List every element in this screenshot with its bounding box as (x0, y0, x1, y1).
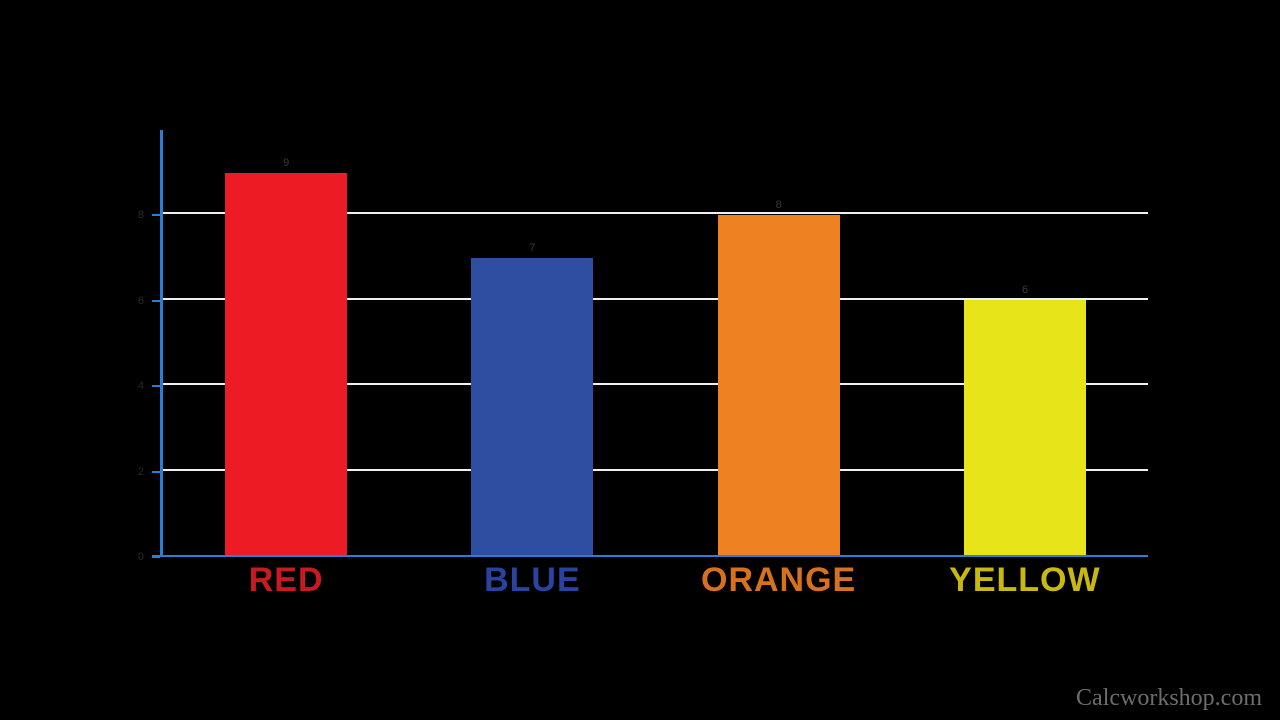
x-axis (152, 555, 1148, 557)
bar-slot: 6YELLOW (964, 300, 1086, 555)
y-axis (160, 130, 163, 557)
bars-container: 9RED 7BLUE 8ORANGE 6YELLOW (163, 130, 1148, 555)
bar (964, 300, 1086, 555)
category-label: YELLOW (949, 561, 1100, 600)
watermark-text: Calcworkshop.com (1076, 685, 1262, 712)
category-label: RED (249, 561, 324, 600)
y-tick-label: 4 (138, 380, 144, 392)
y-tick-label: 8 (138, 209, 144, 221)
bar (718, 215, 840, 555)
bar-data-label: 9 (283, 157, 289, 169)
y-tick-mark (152, 471, 160, 473)
y-tick-mark (152, 385, 160, 387)
category-label: ORANGE (701, 561, 856, 600)
y-tick-mark (152, 300, 160, 302)
bar-slot: 7BLUE (471, 258, 593, 556)
y-tick-label: 6 (138, 295, 144, 307)
bar-slot: 9RED (225, 173, 347, 556)
bar-data-label: 8 (776, 199, 782, 211)
bar-chart: 9RED7BLUE8ORANGE6YELLOW 02468 (160, 130, 1148, 557)
bar (225, 173, 347, 556)
bar-data-label: 7 (529, 242, 535, 254)
y-tick-mark (152, 214, 160, 216)
bar-data-label: 6 (1022, 284, 1028, 296)
y-tick-label: 0 (138, 551, 144, 563)
category-label: BLUE (484, 561, 581, 600)
y-tick-label: 2 (138, 466, 144, 478)
bar (471, 258, 593, 556)
bar-slot: 8ORANGE (718, 215, 840, 555)
